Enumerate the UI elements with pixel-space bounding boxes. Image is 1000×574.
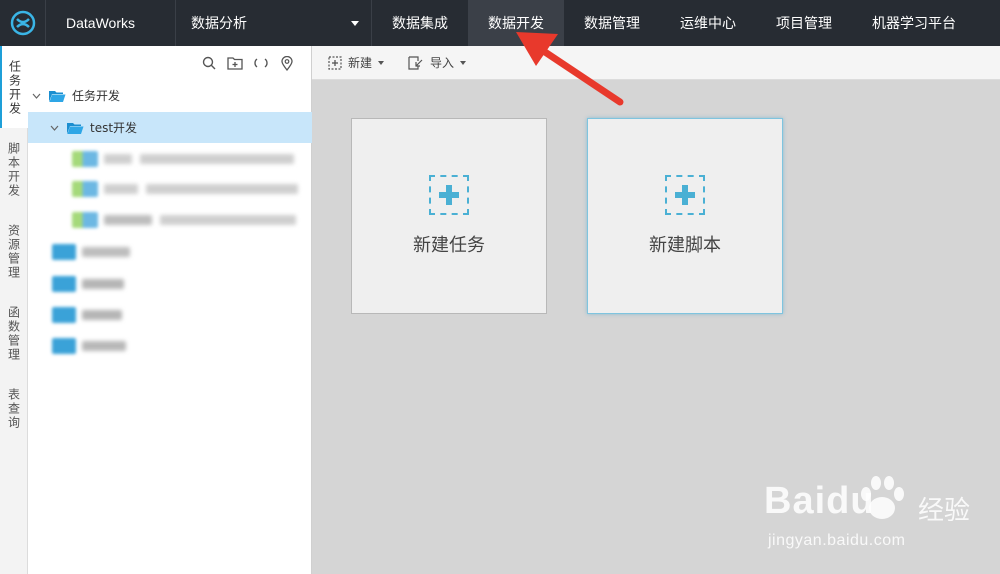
node-icon — [52, 306, 76, 323]
new-button-label: 新建 — [348, 56, 373, 70]
nav-item-data-development[interactable]: 数据开发 — [468, 0, 564, 46]
tree-node-item[interactable] — [28, 330, 312, 361]
tree-node-task[interactable] — [28, 173, 312, 204]
redacted-text — [160, 214, 296, 225]
new-task-label: 新建任务 — [413, 235, 485, 256]
new-script-label: 新建脚本 — [649, 235, 721, 256]
tree-node-label: test开发 — [90, 121, 138, 135]
sidebar-tab-label: 资源管理 — [6, 224, 21, 280]
nav-item-project-management[interactable]: 项目管理 — [756, 0, 852, 46]
sidebar-tab-resource-mgmt[interactable]: 资源管理 — [0, 210, 28, 292]
nav-item-operation-center[interactable]: 运维中心 — [660, 0, 756, 46]
module-selector[interactable]: 数据分析 — [176, 0, 372, 46]
sidebar-tab-label: 函数管理 — [6, 306, 21, 362]
plus-icon — [429, 175, 469, 215]
search-icon[interactable] — [201, 55, 217, 71]
watermark-brand: Baidu — [764, 480, 875, 522]
module-selector-label: 数据分析 — [191, 16, 247, 32]
redacted-text — [104, 214, 152, 225]
add-icon — [328, 55, 342, 70]
chevron-down-icon — [378, 60, 385, 65]
tree-node-selected[interactable]: test开发 — [28, 112, 312, 143]
tree-node-label: 任务开发 — [72, 89, 121, 103]
import-button[interactable]: 导入 — [408, 54, 467, 71]
sidebar-vertical-tabs: 任务开发 脚本开发 资源管理 函数管理 表查询 — [0, 46, 28, 574]
import-icon — [408, 55, 423, 70]
task-node-icon — [72, 211, 98, 228]
redacted-text — [82, 278, 124, 289]
task-node-icon — [72, 150, 98, 167]
new-folder-icon[interactable] — [227, 55, 243, 71]
dataworks-logo-icon[interactable] — [0, 0, 46, 46]
task-tree-panel: 任务开发 test开发 — [28, 46, 312, 574]
new-task-card[interactable]: 新建任务 — [351, 118, 547, 314]
node-icon — [52, 243, 76, 260]
main-nav: 数据集成 数据开发 数据管理 运维中心 项目管理 机器学习平台 — [372, 0, 976, 46]
plus-icon — [665, 175, 705, 215]
redacted-text — [146, 183, 298, 194]
sidebar-tab-label: 任务开发 — [7, 60, 22, 116]
brand-name[interactable]: DataWorks — [46, 0, 176, 46]
watermark-suffix: 经验 — [918, 496, 971, 526]
sidebar-tab-table-query[interactable]: 表查询 — [0, 374, 28, 442]
node-icon — [52, 337, 76, 354]
chevron-down-icon[interactable] — [30, 93, 42, 99]
folder-open-icon — [49, 90, 66, 102]
tree-node-task[interactable] — [28, 143, 312, 174]
tree-node-task[interactable] — [28, 204, 312, 235]
locate-icon[interactable] — [279, 55, 295, 71]
import-button-label: 导入 — [430, 56, 455, 70]
tree-toolbar — [28, 46, 311, 80]
redacted-text — [82, 246, 130, 257]
baidu-jingyan-watermark: Baidu 经验 jingyan.baidu.com — [740, 470, 980, 560]
redacted-text — [82, 309, 122, 320]
refresh-icon[interactable] — [253, 55, 269, 71]
chevron-down-icon — [351, 20, 359, 26]
folder-open-icon — [67, 122, 84, 134]
sidebar-tab-label: 表查询 — [6, 388, 21, 430]
tree-node-item[interactable] — [28, 236, 312, 267]
nav-item-data-integration[interactable]: 数据集成 — [372, 0, 468, 46]
sidebar-tab-task-dev[interactable]: 任务开发 — [0, 46, 28, 128]
nav-item-machine-learning[interactable]: 机器学习平台 — [852, 0, 976, 46]
sidebar-tab-script-dev[interactable]: 脚本开发 — [0, 128, 28, 210]
tree-node-item[interactable] — [28, 268, 312, 299]
chevron-down-icon — [460, 60, 467, 65]
sidebar-tab-label: 脚本开发 — [6, 142, 21, 198]
chevron-down-icon[interactable] — [48, 125, 60, 131]
node-icon — [52, 275, 76, 292]
redacted-text — [140, 153, 294, 164]
task-node-icon — [72, 180, 98, 197]
redacted-text — [104, 153, 132, 164]
new-script-card[interactable]: 新建脚本 — [587, 118, 783, 314]
redacted-text — [82, 340, 126, 351]
watermark-url: jingyan.baidu.com — [768, 532, 906, 549]
tree-node-root[interactable]: 任务开发 — [28, 80, 312, 111]
nav-item-data-management[interactable]: 数据管理 — [564, 0, 660, 46]
workspace-toolbar: 新建 导入 — [312, 46, 1000, 80]
tree-node-item[interactable] — [28, 299, 312, 330]
new-button[interactable]: 新建 — [328, 54, 385, 71]
redacted-text — [104, 183, 138, 194]
top-navbar: DataWorks 数据分析 数据集成 数据开发 数据管理 运维中心 项目管理 … — [0, 0, 1000, 46]
sidebar-tab-function-mgmt[interactable]: 函数管理 — [0, 292, 28, 374]
